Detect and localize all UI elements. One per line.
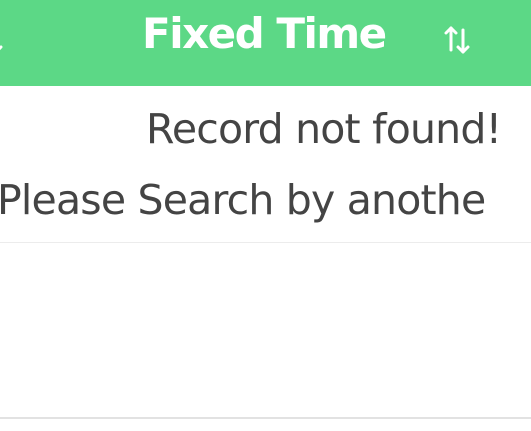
empty-state-title: Record not found! [146,105,502,153]
sort-up-down-icon[interactable] [442,22,472,58]
previous-column-sort-icon[interactable] [0,24,10,58]
empty-state-message: Please Search by anothe [0,176,486,224]
sort-arrows-icon [444,26,470,54]
sort-icon-fragment [0,45,3,51]
records-table-viewport: Fixed Time Record not found! Please Sear… [0,0,531,431]
table-bottom-divider [0,417,531,419]
column-header-fixed-time[interactable]: Fixed Time [142,8,387,60]
table-header: Fixed Time [0,0,531,86]
